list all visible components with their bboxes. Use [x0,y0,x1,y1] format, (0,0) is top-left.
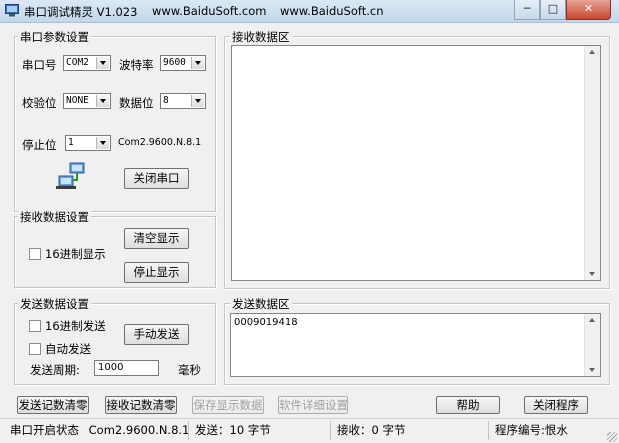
clear-recv-count-button[interactable]: 接收记数清零 [105,396,177,414]
baud-select[interactable]: 9600 [160,55,206,71]
scroll-down-icon [589,368,595,372]
chevron-down-icon [96,57,109,69]
close-button[interactable]: ✕ [566,0,611,20]
status-received-count: 接收：0 字节 [330,421,486,440]
serial-connection-icon [56,162,85,189]
title-bar[interactable]: 串口调试精灵 V1.023 www.BaiduSoft.com www.Baid… [0,0,619,23]
databits-label: 数据位 [119,96,154,110]
parity-label: 校验位 [22,96,57,110]
website-link-cn: www.BaiduSoft.cn [280,4,384,18]
databits-select[interactable]: 8 [160,93,206,109]
status-port-state-label: 串口开启状态 [10,423,79,437]
status-port-state: 串口开启状态 Com2.9600.N.8.1 [4,421,189,440]
send-settings-label: 发送数据设置 [18,296,91,312]
chevron-down-icon [96,95,109,107]
send-period-input[interactable]: 1000 [94,360,159,376]
website-link-com: www.BaiduSoft.com [152,4,267,18]
receive-settings-label: 接收数据设置 [18,209,91,225]
save-display-button[interactable]: 保存显示数据 [192,396,264,414]
scroll-up-icon [589,50,595,54]
receive-area-label: 接收数据区 [230,29,292,45]
clear-send-count-button[interactable]: 发送记数清零 [17,396,89,414]
send-area-label: 发送数据区 [230,296,292,312]
port-label: 串口号 [22,58,57,72]
close-icon: ✕ [583,2,594,15]
maximize-icon: □ [547,2,559,15]
app-icon [5,4,19,17]
stopbits-select[interactable]: 1 [65,135,111,151]
parity-select[interactable]: NONE [63,93,111,109]
hex-send-label: 16进制发送 [45,319,106,333]
hex-display-checkbox[interactable] [29,248,41,260]
baud-value: 9600 [163,57,186,68]
close-program-button[interactable]: 关闭程序 [524,396,588,414]
window-title: 串口调试精灵 V1.023 [24,5,138,19]
help-button[interactable]: 帮助 [436,396,500,414]
send-data-textarea[interactable]: 0009019418 [230,313,601,377]
status-bar: 串口开启状态 Com2.9600.N.8.1 发送：10 字节 接收：0 字节 … [0,418,619,443]
baud-label: 波特率 [119,58,154,72]
resize-grip-icon[interactable] [607,432,617,442]
hex-send-checkbox[interactable] [29,320,41,332]
clear-display-button[interactable]: 清空显示 [124,228,189,249]
status-sent-count: 发送：10 字节 [188,421,328,440]
stopbits-label: 停止位 [22,138,57,152]
chevron-down-icon [96,137,109,149]
manual-send-button[interactable]: 手动发送 [124,324,189,345]
minimize-icon: ─ [523,2,531,15]
config-summary: Com2.9600.N.8.1 [118,137,202,148]
send-data-content: 0009019418 [234,317,298,328]
auto-send-label: 自动发送 [45,342,91,356]
parity-value: NONE [66,95,89,106]
port-select[interactable]: COM2 [63,55,111,71]
receive-scrollbar[interactable] [584,46,600,280]
scroll-up-icon [589,318,595,322]
status-program-id: 程序编号:恨水 [488,421,606,440]
receive-data-textarea[interactable] [231,45,601,281]
app-window: 串口调试精灵 V1.023 www.BaiduSoft.com www.Baid… [0,0,619,443]
port-value: COM2 [66,57,89,68]
hex-display-label: 16进制显示 [45,247,106,261]
send-period-unit: 毫秒 [178,363,201,377]
scroll-down-icon [589,272,595,276]
minimize-button[interactable]: ─ [514,0,540,20]
send-period-label: 发送周期: [30,363,80,377]
databits-value: 8 [163,95,169,106]
maximize-button[interactable]: □ [540,0,566,20]
stop-display-button[interactable]: 停止显示 [124,262,189,283]
chevron-down-icon [191,57,204,69]
close-port-button[interactable]: 关闭串口 [124,168,189,189]
chevron-down-icon [191,95,204,107]
stopbits-value: 1 [68,137,74,148]
software-details-button[interactable]: 软件详细设置 [278,396,348,414]
auto-send-checkbox[interactable] [29,343,41,355]
status-port-state-value: Com2.9600.N.8.1 [88,423,190,437]
send-scrollbar[interactable] [584,314,600,376]
port-settings-label: 串口参数设置 [18,29,91,45]
